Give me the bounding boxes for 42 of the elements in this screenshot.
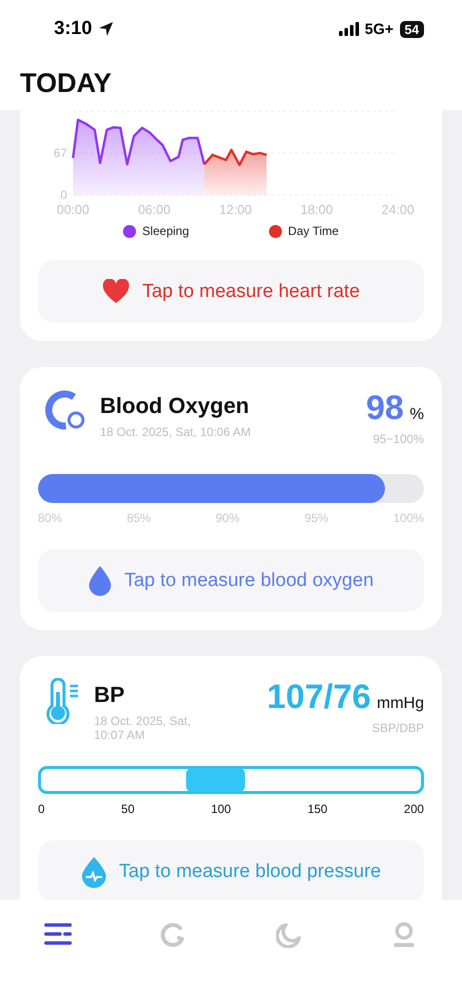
measure-heart-rate-button[interactable]: Tap to measure heart rate xyxy=(38,260,424,323)
scale-label: 150 xyxy=(307,802,328,816)
heart-icon xyxy=(102,279,130,304)
axis-label: 18:00 xyxy=(300,202,333,217)
scale-label: 200 xyxy=(404,802,424,816)
axis-label: 12:00 xyxy=(219,202,252,217)
menu-icon xyxy=(44,922,72,946)
legend-label: Day Time xyxy=(288,224,339,238)
normal-range: 95~100% xyxy=(372,432,424,446)
axis-label: 67 xyxy=(54,146,67,160)
axis-label: 06:00 xyxy=(138,202,171,217)
oxygen-value: 98 xyxy=(366,389,404,428)
status-time: 3:10 xyxy=(54,18,92,40)
scale-label: 100 xyxy=(210,802,231,816)
unit-label: % xyxy=(410,406,424,424)
axis-label: 00:00 xyxy=(56,202,90,217)
timestamp: 18 Oct. 2025, Sat, 10:07 AM xyxy=(94,714,192,742)
scale-label: 0 xyxy=(38,802,45,816)
drop-icon xyxy=(88,564,112,596)
legend-label: Sleeping xyxy=(142,224,190,238)
location-arrow-icon xyxy=(98,21,114,37)
battery-level: 54 xyxy=(400,20,424,38)
page-title: TODAY xyxy=(20,68,113,99)
signal-icon xyxy=(338,22,359,36)
moon-icon xyxy=(276,922,302,948)
measure-oxygen-button[interactable]: Tap to measure blood oxygen xyxy=(38,549,424,612)
unit-label: mmHg xyxy=(376,695,424,713)
thermometer-icon xyxy=(44,678,80,724)
scale-label: 50 xyxy=(121,802,134,816)
card-title: BP xyxy=(94,682,126,708)
timestamp: 18 Oct. 2025, Sat, 10:06 AM xyxy=(100,425,252,439)
axis-label: 24:00 xyxy=(382,202,414,217)
profile-icon xyxy=(393,922,416,948)
oxygen-icon xyxy=(44,389,86,431)
value-caption: SBP/DBP xyxy=(372,721,424,735)
ring-icon xyxy=(160,922,186,948)
measure-bp-button[interactable]: Tap to measure blood pressure xyxy=(38,840,424,900)
bp-value: 107/76 xyxy=(266,678,371,717)
network-label: 5G+ xyxy=(364,20,394,38)
card-title: Blood Oxygen xyxy=(100,393,250,419)
axis-label: 0 xyxy=(60,188,67,202)
pulse-drop-icon xyxy=(81,856,108,888)
